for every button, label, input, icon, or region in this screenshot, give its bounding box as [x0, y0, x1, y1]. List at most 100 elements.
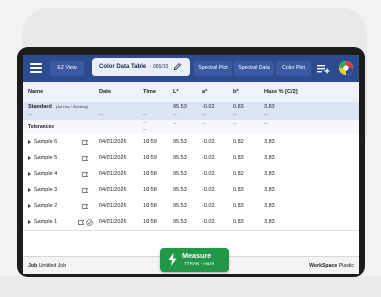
standard-row[interactable]: Standard (Ad Hoc / Working) 95.53 -0.02 … — [23, 102, 359, 111]
table-row[interactable]: Sample 1 04/01/2026 18:58 95.53 -0.02 0.… — [23, 214, 359, 231]
sample-l: 95.53 — [173, 203, 187, 209]
sample-name: Sample 3 — [28, 187, 57, 193]
expand-caret-icon[interactable] — [28, 171, 31, 176]
column-header-name[interactable]: Name — [28, 89, 43, 95]
sample-l: 95.53 — [173, 187, 187, 193]
standard-dash: -- — [173, 112, 177, 118]
table-row[interactable]: Sample 3 04/01/2026 18:58 95.53 -0.02 0.… — [23, 182, 359, 199]
sample-a: -0.02 — [202, 203, 215, 209]
table-row[interactable]: Sample 5 04/01/2026 18:59 95.53 -0.02 0.… — [23, 150, 359, 167]
column-header-a[interactable]: a* — [202, 89, 207, 95]
flag-icon — [82, 155, 88, 161]
sample-name: Sample 2 — [28, 203, 57, 209]
tab-spectral-plot[interactable]: Spectral Plot — [194, 61, 232, 76]
sample-date: 04/01/2026 — [99, 139, 127, 145]
column-header-date[interactable]: Date — [99, 89, 111, 95]
column-header-time[interactable]: Time — [143, 89, 156, 95]
expand-caret-icon[interactable] — [28, 155, 31, 160]
sample-time: 18:59 — [143, 155, 157, 161]
standard-l: 95.53 — [173, 104, 187, 110]
tolerance-cell: -- — [173, 121, 177, 127]
standard-dash: -- — [264, 112, 268, 118]
expand-caret-icon[interactable] — [28, 139, 31, 144]
standard-note: (Ad Hoc / Working) — [56, 104, 89, 109]
sample-a: -0.02 — [202, 171, 215, 177]
sample-l: 95.53 — [173, 219, 187, 225]
top-toolbar: EZ View Color Data Table · 065/10 Spectr… — [23, 55, 359, 82]
sample-haze: 3.83 — [264, 203, 275, 209]
sample-time: 18:58 — [143, 203, 157, 209]
table-row[interactable]: Sample 6 04/01/2026 18:59 95.53 -0.02 0.… — [23, 134, 359, 151]
pencil-icon[interactable] — [173, 62, 182, 71]
tab-spectral-data[interactable]: Spectral Data — [234, 61, 274, 76]
hamburger-menu-icon[interactable] — [29, 61, 43, 75]
background-floor — [0, 276, 381, 297]
color-swatch-icon[interactable] — [339, 61, 353, 75]
expand-caret-icon[interactable] — [28, 219, 31, 224]
flag-icon — [82, 171, 88, 177]
sample-b: 0.83 — [233, 187, 244, 193]
measure-mode: TTRAN - Haze — [184, 261, 215, 266]
add-list-icon[interactable] — [314, 61, 332, 76]
table-header: Name Date Time L* a* b* Haze % [C/2] — [23, 82, 359, 102]
sample-l: 95.53 — [173, 155, 187, 161]
column-header-haze[interactable]: Haze % [C/2] — [264, 89, 298, 95]
tolerances-label: Tolerances — [28, 124, 55, 130]
sample-name: Sample 4 — [28, 171, 57, 177]
tolerance-cell: -- — [264, 121, 268, 127]
sample-b: 0.83 — [233, 203, 244, 209]
tolerances-row[interactable]: Tolerances -- -- -- -- -- -- — [23, 120, 359, 135]
standard-dash: -- — [143, 112, 147, 118]
sample-haze: 3.83 — [264, 155, 275, 161]
app-screen: EZ View Color Data Table · 065/10 Spectr… — [23, 55, 359, 274]
standard-target-icon — [86, 218, 93, 226]
sample-b: 0.83 — [233, 219, 244, 225]
expand-caret-icon[interactable] — [28, 187, 31, 192]
sample-name: Sample 6 — [28, 139, 57, 145]
table-row[interactable]: Sample 2 04/01/2026 18:58 95.53 -0.02 0.… — [23, 198, 359, 215]
standard-dash: -- — [28, 112, 32, 118]
column-header-l[interactable]: L* — [173, 89, 179, 95]
sample-date: 04/01/2026 — [99, 219, 127, 225]
flag-icon — [82, 203, 88, 209]
standard-b: 0.83 — [233, 104, 244, 110]
flag-icon — [82, 187, 88, 193]
sample-date: 04/01/2026 — [99, 203, 127, 209]
measure-label: Measure — [182, 251, 212, 260]
sample-haze: 3.83 — [264, 139, 275, 145]
sample-time: 18:58 — [143, 219, 157, 225]
tolerance-cell: -- — [143, 120, 147, 126]
standard-haze: 3.83 — [264, 104, 275, 110]
job-info: Job Untitled Job — [28, 263, 67, 269]
sample-b: 0.82 — [233, 139, 244, 145]
tolerance-cell: -- — [233, 121, 237, 127]
tab-ez-view[interactable]: EZ View — [50, 61, 84, 76]
sample-name: Sample 1 — [28, 219, 57, 225]
tab-color-data-table[interactable]: Color Data Table · 065/10 — [92, 58, 190, 76]
sample-b: 0.83 — [233, 155, 244, 161]
sample-time: 18:58 — [143, 187, 157, 193]
expand-caret-icon[interactable] — [28, 203, 31, 208]
workspace-info: WorkSpace Plastic — [309, 263, 354, 269]
standard-a: -0.02 — [202, 104, 215, 110]
sample-date: 04/01/2026 — [99, 171, 127, 177]
tolerance-cell: -- — [202, 121, 206, 127]
measure-button[interactable]: Measure TTRAN - Haze — [160, 248, 229, 272]
sample-a: -0.02 — [202, 139, 215, 145]
sample-haze: 3.83 — [264, 187, 275, 193]
sample-haze: 3.83 — [264, 219, 275, 225]
standard-dash: -- — [99, 112, 103, 118]
table-row[interactable]: Sample 4 04/01/2026 18:58 95.53 -0.02 0.… — [23, 166, 359, 183]
tab-color-plot[interactable]: Color Plot — [276, 61, 311, 76]
tab-color-data-table-label: Color Data Table — [99, 64, 147, 70]
lightning-icon — [168, 253, 177, 266]
standard-dash: -- — [233, 112, 237, 118]
tolerance-cell: -- — [143, 127, 147, 133]
flag-icon — [82, 139, 88, 145]
sample-a: -0.02 — [202, 187, 215, 193]
column-header-b[interactable]: b* — [233, 89, 239, 95]
sample-time: 18:59 — [143, 139, 157, 145]
sample-a: -0.02 — [202, 155, 215, 161]
standard-dash: -- — [202, 112, 206, 118]
sample-date: 04/01/2026 — [99, 155, 127, 161]
